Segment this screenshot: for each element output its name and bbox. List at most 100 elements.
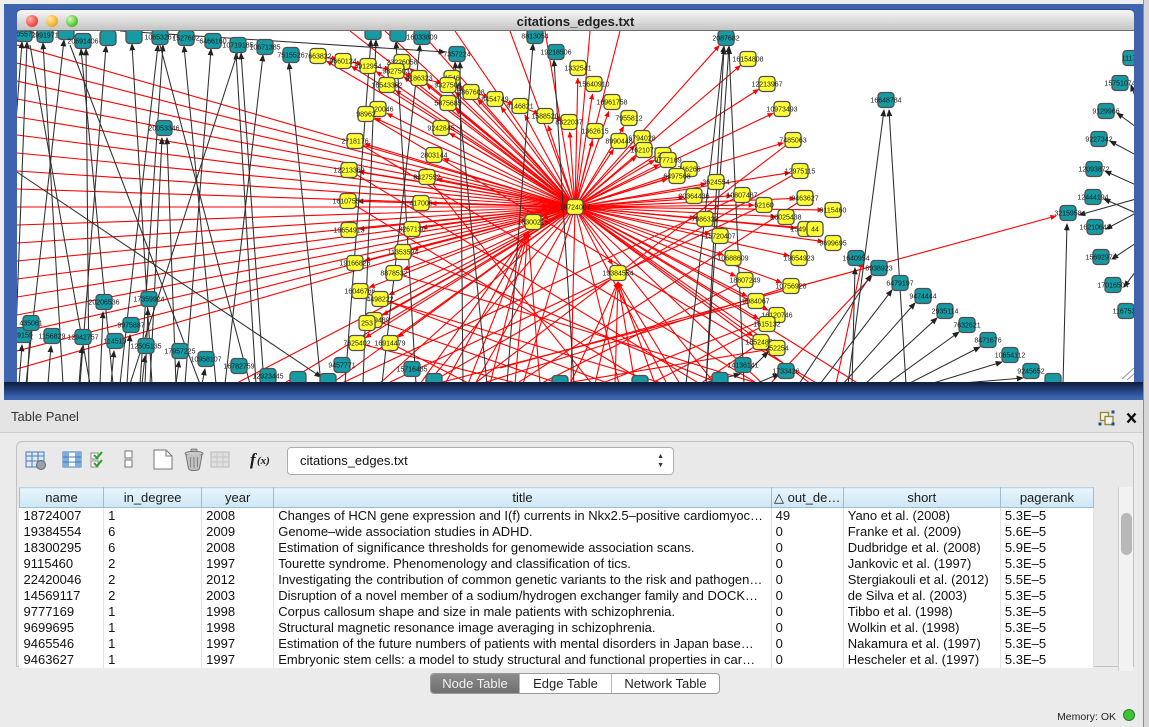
svg-text:9242845: 9242845 xyxy=(427,126,454,133)
svg-text:8912954: 8912954 xyxy=(354,64,381,71)
svg-text:20206536: 20206536 xyxy=(88,300,119,307)
svg-text:7663822: 7663822 xyxy=(304,54,331,61)
svg-text:18807249: 18807249 xyxy=(729,278,760,285)
svg-text:1733426: 1733426 xyxy=(772,369,799,376)
svg-text:20364436: 20364436 xyxy=(678,194,709,201)
svg-text:8878532: 8878532 xyxy=(380,271,407,278)
svg-text:16033809: 16033809 xyxy=(406,35,437,42)
svg-text:12975115: 12975115 xyxy=(785,169,816,176)
svg-text:7632621: 7632621 xyxy=(953,323,980,330)
svg-text:9463627: 9463627 xyxy=(791,196,818,203)
svg-text:16914479: 16914479 xyxy=(374,341,405,348)
svg-text:8813054: 8813054 xyxy=(521,34,548,41)
svg-text:7515526: 7515526 xyxy=(277,53,304,60)
svg-text:6497568: 6497568 xyxy=(663,174,690,181)
svg-text:9227342: 9227342 xyxy=(1085,137,1112,144)
svg-text:8471676: 8471676 xyxy=(974,338,1001,345)
svg-text:12213967: 12213967 xyxy=(751,82,782,89)
svg-text:(x): (x) xyxy=(257,455,270,467)
svg-text:2087682: 2087682 xyxy=(712,36,739,43)
svg-text:2803144: 2803144 xyxy=(420,153,447,160)
svg-text:8427552: 8427552 xyxy=(413,175,440,182)
svg-text:5875685: 5875685 xyxy=(434,101,461,108)
svg-text:16210643: 16210643 xyxy=(1079,225,1110,232)
svg-text:10807487: 10807487 xyxy=(726,193,757,200)
svg-text:8938923: 8938923 xyxy=(865,266,892,273)
svg-text:16154808: 16154808 xyxy=(732,57,763,64)
svg-text:44: 44 xyxy=(811,227,819,234)
svg-text:10025438: 10025438 xyxy=(770,215,801,222)
svg-text:15720407: 15720407 xyxy=(704,234,735,241)
svg-text:7955812: 7955812 xyxy=(615,116,642,123)
svg-text:1332541: 1332541 xyxy=(564,66,591,73)
svg-text:253: 253 xyxy=(361,321,373,328)
svg-text:16543362: 16543362 xyxy=(371,83,402,90)
svg-text:19384554: 19384554 xyxy=(602,271,633,278)
svg-text:9474444: 9474444 xyxy=(909,294,936,301)
svg-text:7485063: 7485063 xyxy=(779,138,806,145)
svg-text:9660124: 9660124 xyxy=(329,59,356,66)
svg-text:2867608: 2867608 xyxy=(457,90,484,97)
svg-text:8454749: 8454749 xyxy=(481,97,508,104)
svg-text:417006: 417006 xyxy=(409,201,432,208)
svg-text:17957225: 17957225 xyxy=(164,349,195,356)
svg-text:15751074: 15751074 xyxy=(1104,81,1134,88)
svg-text:10958107: 10958107 xyxy=(190,357,221,364)
svg-text:9777169: 9777169 xyxy=(654,158,681,165)
svg-text:1362615: 1362615 xyxy=(581,129,608,136)
svg-text:252254: 252254 xyxy=(765,346,788,353)
svg-text:9115460: 9115460 xyxy=(820,208,847,215)
svg-text:435061: 435061 xyxy=(19,321,42,328)
svg-text:62160: 62160 xyxy=(754,203,774,210)
svg-text:6794028: 6794028 xyxy=(628,136,655,143)
svg-text:11172: 11172 xyxy=(1122,56,1134,63)
svg-text:1615132: 1615132 xyxy=(753,322,780,329)
svg-text:10973493: 10973493 xyxy=(766,107,797,114)
svg-text:4498222: 4498222 xyxy=(366,297,393,304)
svg-text:1527602: 1527602 xyxy=(172,36,199,43)
svg-text:16046766: 16046766 xyxy=(344,289,375,296)
svg-text:7357224: 7357224 xyxy=(443,52,470,59)
svg-text:11353594: 11353594 xyxy=(388,250,419,257)
svg-text:10756928: 10756928 xyxy=(775,284,806,291)
svg-text:9457771: 9457771 xyxy=(328,363,355,370)
svg-text:39159: 39159 xyxy=(17,333,33,340)
svg-text:8322037: 8322037 xyxy=(555,120,582,127)
svg-text:9327508: 9327508 xyxy=(434,83,461,90)
svg-text:1621072: 1621072 xyxy=(630,148,657,155)
svg-text:1167533: 1167533 xyxy=(1113,309,1134,316)
svg-text:16107554: 16107554 xyxy=(332,199,363,206)
svg-text:9129966: 9129966 xyxy=(1092,109,1119,116)
svg-text:16782759: 16782759 xyxy=(223,364,254,371)
svg-text:15640910: 15640910 xyxy=(578,82,609,89)
svg-text:1640954: 1640954 xyxy=(842,256,869,263)
svg-text:19218506: 19218506 xyxy=(540,50,571,57)
svg-text:10653267: 10653267 xyxy=(144,35,175,42)
svg-text:20053346: 20053346 xyxy=(148,126,179,133)
svg-text:2718176: 2718176 xyxy=(341,139,368,146)
svg-text:19166825: 19166825 xyxy=(339,261,370,268)
svg-text:19654923: 19654923 xyxy=(783,256,814,263)
svg-text:9699695: 9699695 xyxy=(819,241,846,248)
svg-text:7625402: 7625402 xyxy=(343,341,370,348)
svg-text:9827503: 9827503 xyxy=(382,69,409,76)
svg-text:19654913: 19654913 xyxy=(333,228,364,235)
svg-text:12093872: 12093872 xyxy=(1078,167,1109,174)
svg-text:3215958: 3215958 xyxy=(1054,211,1081,218)
svg-text:12505135: 12505135 xyxy=(130,344,161,351)
svg-text:9084067: 9084067 xyxy=(742,299,769,306)
svg-text:16961758: 16961758 xyxy=(596,100,627,107)
svg-text:9975887: 9975887 xyxy=(117,323,144,330)
svg-text:98962: 98962 xyxy=(356,112,376,119)
svg-text:12444194: 12444194 xyxy=(1077,195,1108,202)
svg-text:14136141: 14136141 xyxy=(727,363,758,370)
svg-text:20691406: 20691406 xyxy=(67,39,98,46)
svg-text:16648784: 16648784 xyxy=(870,98,901,105)
svg-text:6479197: 6479197 xyxy=(886,281,913,288)
svg-text:9245652: 9245652 xyxy=(1017,369,1044,376)
svg-text:15300215: 15300215 xyxy=(517,220,548,227)
svg-text:10688609: 10688609 xyxy=(717,256,748,263)
svg-text:9146821: 9146821 xyxy=(506,104,533,111)
svg-text:2991971: 2991971 xyxy=(31,33,58,40)
svg-text:15716485: 15716485 xyxy=(396,367,427,374)
